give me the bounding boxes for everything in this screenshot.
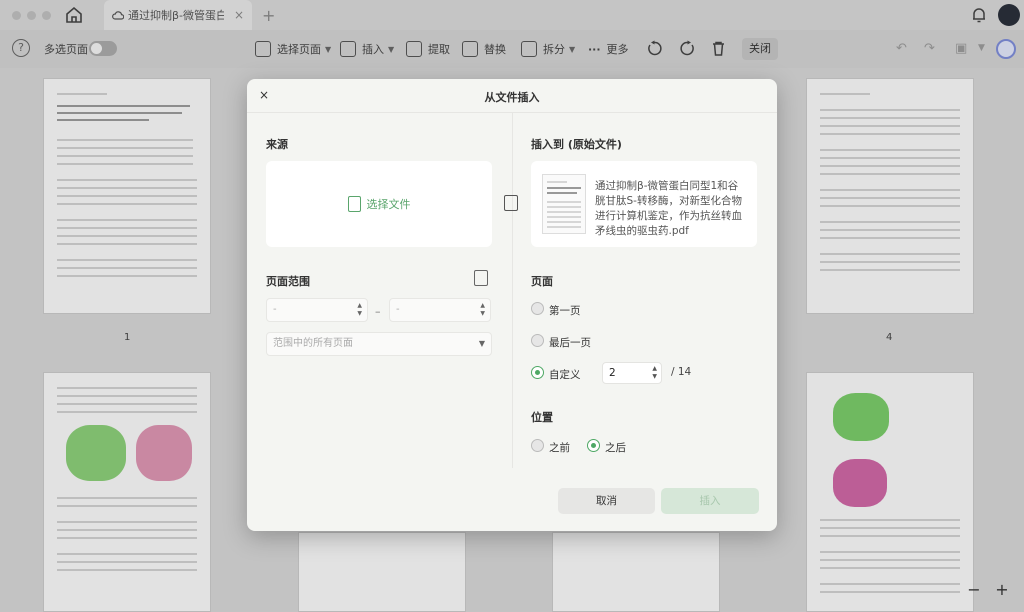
radio-before[interactable] bbox=[531, 439, 544, 452]
divider bbox=[512, 113, 513, 468]
add-file-icon bbox=[347, 196, 361, 212]
insert-from-file-dialog: × 从文件插入 来源 选择文件 插入到 (原始文件) 通过抑制β-微管蛋白同型1… bbox=[247, 79, 777, 531]
page-total: / 14 bbox=[671, 366, 692, 378]
custom-page-input[interactable]: 2 ▲ ▼ bbox=[602, 362, 662, 384]
range-start-value: - bbox=[273, 304, 277, 315]
range-mode-value: 范围中的所有页面 bbox=[273, 338, 353, 349]
choose-file-dropzone[interactable]: 选择文件 bbox=[266, 161, 492, 247]
stepper-icon[interactable]: ▲ ▼ bbox=[357, 302, 362, 318]
first-page-label: 第一页 bbox=[549, 305, 581, 317]
radio-last-page[interactable] bbox=[531, 334, 544, 347]
insert-to-label: 插入到 (原始文件) bbox=[531, 138, 622, 151]
radio-custom-page[interactable] bbox=[531, 366, 544, 379]
position-label: 位置 bbox=[531, 411, 553, 424]
chevron-down-icon: ▼ bbox=[478, 339, 485, 348]
source-label: 来源 bbox=[266, 138, 288, 151]
custom-page-label: 自定义 bbox=[549, 369, 581, 381]
stepper-icon[interactable]: ▲ ▼ bbox=[652, 365, 657, 381]
choose-file-label: 选择文件 bbox=[366, 198, 411, 211]
target-file-thumbnail bbox=[542, 174, 586, 234]
radio-first-page[interactable] bbox=[531, 302, 544, 315]
stepper-icon[interactable]: ▲ ▼ bbox=[480, 302, 485, 318]
page-label: 页面 bbox=[531, 275, 553, 288]
dialog-title: 从文件插入 bbox=[484, 91, 540, 104]
before-label: 之前 bbox=[549, 442, 570, 454]
swap-document-icon[interactable] bbox=[504, 195, 518, 211]
after-label: 之后 bbox=[605, 442, 626, 454]
range-start-input[interactable]: - ▲ ▼ bbox=[266, 298, 368, 322]
last-page-label: 最后一页 bbox=[549, 337, 591, 349]
cancel-button[interactable]: 取消 bbox=[558, 488, 655, 514]
range-separator: – bbox=[375, 305, 381, 318]
radio-after[interactable] bbox=[587, 439, 600, 452]
custom-page-value: 2 bbox=[609, 367, 616, 379]
range-mode-select[interactable]: 范围中的所有页面 ▼ bbox=[266, 332, 492, 356]
range-end-input[interactable]: - ▲ ▼ bbox=[389, 298, 491, 322]
target-file-card: 通过抑制β-微管蛋白同型1和谷胱甘肽S-转移酶，对新型化合物进行计算机鉴定，作为… bbox=[531, 161, 757, 247]
insert-button-disabled[interactable]: 插入 bbox=[661, 488, 759, 514]
range-end-value: - bbox=[396, 304, 400, 315]
target-file-name: 通过抑制β-微管蛋白同型1和谷胱甘肽S-转移酶，对新型化合物进行计算机鉴定，作为… bbox=[595, 180, 742, 237]
page-range-label: 页面范围 bbox=[266, 275, 310, 288]
page-range-icon[interactable] bbox=[474, 270, 488, 286]
